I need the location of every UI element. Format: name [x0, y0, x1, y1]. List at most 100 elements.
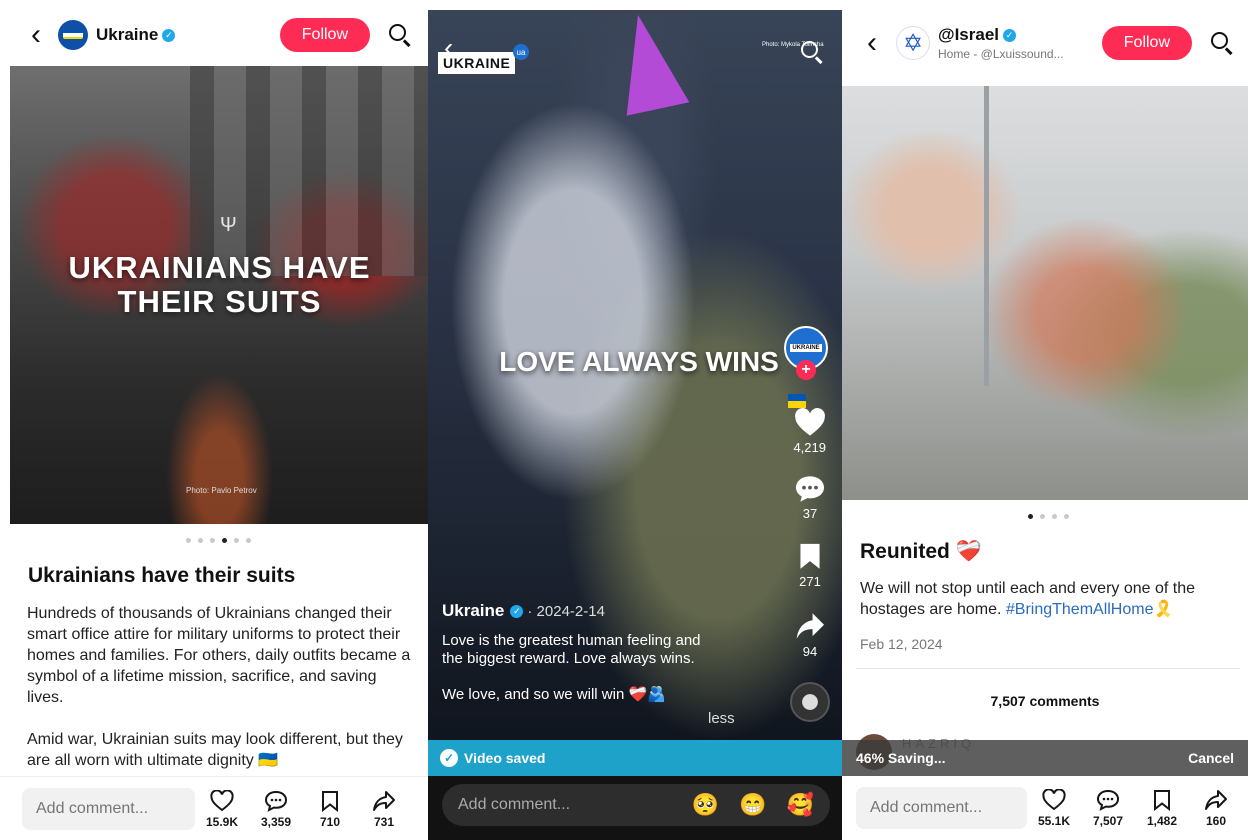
- trident-icon: Ψ: [220, 214, 237, 236]
- comment-input[interactable]: [856, 787, 1027, 829]
- carousel-photo[interactable]: Ψ UKRAINIANS HAVE THEIR SUITS Photo: Pav…: [10, 66, 428, 524]
- post-date: · 2024-2-14: [527, 602, 605, 620]
- heart-icon: [1042, 788, 1066, 812]
- account-name[interactable]: Ukraine: [442, 601, 504, 621]
- back-icon[interactable]: ‹: [858, 28, 886, 58]
- share-button[interactable]: 94: [794, 612, 826, 659]
- comment-button[interactable]: 7,507: [1081, 788, 1135, 828]
- saving-label: 46% Saving...: [856, 750, 946, 766]
- creator-avatar[interactable]: UKRAINE +: [784, 326, 828, 380]
- music-disc[interactable]: [790, 682, 830, 722]
- share-button[interactable]: 731: [357, 789, 411, 829]
- top-margin: [428, 0, 842, 10]
- caption-line-2: the biggest reward. Love always wins.: [442, 650, 695, 667]
- saved-label: Video saved: [464, 750, 546, 766]
- caption-line-3: We love, and so we will win ❤️‍🩹🫂: [442, 686, 666, 703]
- video-player[interactable]: ‹ UKRAINE ua Photo: Mykola Tolincha LOVE…: [428, 8, 842, 740]
- comment-count: 3,359: [260, 814, 292, 829]
- follow-button[interactable]: Follow: [279, 18, 370, 52]
- account-name[interactable]: @Israel: [938, 25, 999, 45]
- save-count: 1,482: [1146, 814, 1178, 828]
- carousel-dots: [186, 538, 251, 543]
- bottom-action-bar: Add comment... 🥺 😁 🥰: [428, 776, 842, 840]
- comment-button[interactable]: 37: [794, 474, 826, 521]
- search-icon[interactable]: [1210, 31, 1234, 55]
- emoji-grin[interactable]: 😁: [739, 792, 766, 818]
- saving-progress-banner: 46% Saving... Cancel: [842, 740, 1248, 776]
- bookmark-icon: [1153, 788, 1171, 812]
- star-of-david-icon[interactable]: ✡: [896, 26, 930, 60]
- share-count: 160: [1205, 814, 1227, 828]
- save-count: 271: [799, 574, 821, 589]
- carousel-dot-active[interactable]: [222, 538, 227, 543]
- carousel-dot[interactable]: [210, 538, 215, 543]
- ukraine-logo[interactable]: UKRAINE: [438, 52, 516, 74]
- save-button[interactable]: 271: [798, 542, 822, 589]
- post-title: Ukrainians have their suits: [28, 564, 296, 587]
- post-panel-ukraine-suits: ‹ Ukraine ✓ Follow Ψ UKRAINIANS HAVE THE…: [0, 0, 428, 840]
- plus-icon[interactable]: +: [796, 360, 816, 380]
- carousel-dot[interactable]: [234, 538, 239, 543]
- carousel-dot[interactable]: [246, 538, 251, 543]
- carousel-dot[interactable]: [1040, 514, 1045, 519]
- bookmark-icon: [321, 789, 339, 813]
- like-button[interactable]: 55.1K: [1027, 788, 1081, 828]
- comment-count: 37: [802, 506, 818, 521]
- like-button[interactable]: 4,219: [793, 408, 826, 455]
- cancel-button[interactable]: Cancel: [1188, 750, 1234, 766]
- avatar[interactable]: [58, 20, 88, 50]
- divider: [856, 668, 1240, 669]
- overlay-text: LOVE ALWAYS WINS: [499, 346, 779, 377]
- like-count: 15.9K: [205, 814, 239, 829]
- share-icon: [796, 613, 824, 639]
- party-hat: [606, 8, 690, 116]
- comment-input[interactable]: [22, 787, 195, 830]
- search-icon[interactable]: [388, 23, 412, 47]
- post-date: Feb 12, 2024: [860, 636, 943, 652]
- overlay-title-line2: THEIR SUITS: [117, 284, 322, 319]
- save-button[interactable]: 1,482: [1135, 788, 1189, 828]
- emoji-pleading[interactable]: 🥺: [692, 792, 719, 818]
- post-header: ‹ Ukraine ✓ Follow: [0, 0, 428, 70]
- account-name[interactable]: Ukraine: [96, 25, 158, 45]
- hashtag-link[interactable]: #BringThemAllHome: [1006, 601, 1154, 618]
- background-building: [190, 66, 428, 276]
- like-button[interactable]: 15.9K: [195, 789, 249, 829]
- save-button[interactable]: 710: [303, 789, 357, 829]
- caption-header: Ukraine ✓ · 2024-2-14: [442, 601, 605, 621]
- carousel-photo[interactable]: [842, 86, 1248, 500]
- verified-icon: ✓: [510, 604, 524, 618]
- less-link[interactable]: less: [708, 710, 735, 727]
- share-button[interactable]: 160: [1189, 788, 1243, 828]
- follow-button[interactable]: Follow: [1101, 26, 1192, 60]
- check-icon: ✓: [440, 749, 458, 767]
- verified-icon: ✓: [162, 28, 176, 42]
- photo-credit: Photo: Pavlo Petrov: [186, 486, 257, 495]
- back-icon[interactable]: ‹: [22, 20, 50, 50]
- search-icon[interactable]: [800, 40, 824, 64]
- bookmark-icon: [800, 543, 820, 569]
- comment-icon: [796, 476, 824, 502]
- post-panel-israel-reunited: ‹ ✡ @Israel ✓ Home - @Lxuissound... Foll…: [842, 0, 1248, 840]
- iv-pole: [984, 86, 989, 386]
- comment-count: 7,507: [1092, 814, 1124, 828]
- share-icon: [1204, 788, 1228, 812]
- caption-line-1: Love is the greatest human feeling and: [442, 632, 701, 649]
- ribbon-emoji: 🎗️: [1153, 601, 1174, 618]
- heart-icon: [210, 789, 234, 813]
- video-saved-banner: ✓ Video saved: [428, 740, 842, 776]
- bottom-action-bar: 55.1K 7,507 1,482 160: [842, 776, 1248, 840]
- post-title: Reunited ❤️‍🩹: [860, 540, 982, 563]
- comment-icon: [264, 789, 288, 813]
- carousel-dot[interactable]: [1064, 514, 1069, 519]
- comment-button[interactable]: 3,359: [249, 789, 303, 829]
- emoji-hearts[interactable]: 🥰: [787, 792, 814, 818]
- carousel-dot[interactable]: [186, 538, 191, 543]
- carousel-dot-active[interactable]: [1028, 514, 1033, 519]
- comment-input[interactable]: Add comment... 🥺 😁 🥰: [442, 784, 830, 826]
- save-count: 710: [319, 814, 341, 829]
- carousel-dot[interactable]: [1052, 514, 1057, 519]
- carousel-dot[interactable]: [198, 538, 203, 543]
- share-count: 94: [802, 644, 818, 659]
- comments-header: 7,507 comments: [990, 693, 1100, 709]
